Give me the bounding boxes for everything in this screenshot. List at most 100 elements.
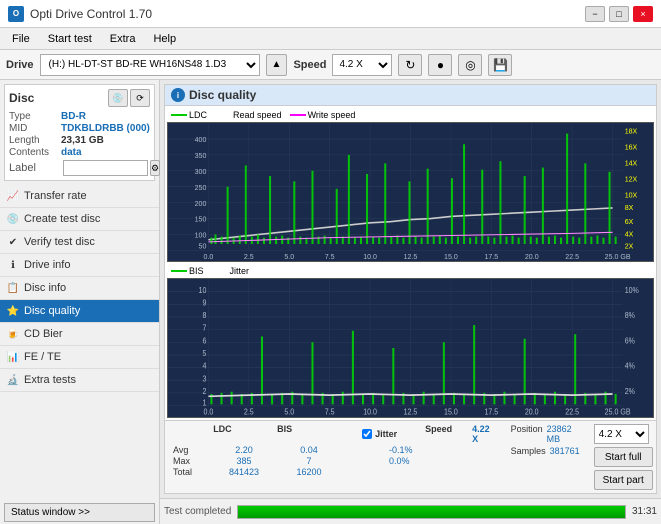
legend-ldc: LDC <box>171 110 207 120</box>
avg-label: Avg <box>173 445 199 455</box>
speed-select-control[interactable]: 4.2 X <box>594 424 649 444</box>
refresh-button[interactable]: ↻ <box>398 54 422 76</box>
close-button[interactable]: × <box>633 6 653 22</box>
drive-info-icon: ℹ <box>6 258 20 272</box>
eject-button[interactable]: ▲ <box>266 54 288 76</box>
sidebar-item-create-test-disc[interactable]: 💿 Create test disc <box>0 208 159 231</box>
total-ldc: 841423 <box>219 467 269 477</box>
svg-text:25.0 GB: 25.0 GB <box>605 252 631 261</box>
disc-type-row: Type BD-R <box>9 111 150 122</box>
svg-text:4%: 4% <box>625 361 635 371</box>
disc-button[interactable]: ◎ <box>458 54 482 76</box>
sidebar-item-fe-te[interactable]: 📊 FE / TE <box>0 346 159 369</box>
record-button[interactable]: ● <box>428 54 452 76</box>
menu-bar: File Start test Extra Help <box>0 28 661 50</box>
svg-text:15.0: 15.0 <box>444 252 458 261</box>
svg-text:25.0 GB: 25.0 GB <box>605 407 631 417</box>
toolbar: Drive (H:) HL-DT-ST BD-RE WH16NS48 1.D3 … <box>0 50 661 80</box>
svg-text:10%: 10% <box>625 285 639 295</box>
legend-write-speed: Write speed <box>290 110 356 120</box>
position-label: Position <box>511 424 543 444</box>
svg-text:14X: 14X <box>625 158 638 167</box>
svg-text:10.0: 10.0 <box>363 407 377 417</box>
legend-bis: BIS <box>171 266 204 276</box>
sidebar-item-extra-tests[interactable]: 🔬 Extra tests <box>0 369 159 392</box>
disc-quality-panel: i Disc quality LDC Read speed <box>164 84 657 494</box>
svg-text:22.5: 22.5 <box>565 407 579 417</box>
start-part-button[interactable]: Start part <box>594 470 653 490</box>
svg-text:7.5: 7.5 <box>325 407 335 417</box>
status-window-button[interactable]: Status window >> <box>4 503 155 522</box>
svg-text:20.0: 20.0 <box>525 252 539 261</box>
maximize-button[interactable]: □ <box>609 6 629 22</box>
disc-label-btn[interactable]: ⚙ <box>150 160 160 176</box>
svg-text:400: 400 <box>195 135 207 144</box>
svg-text:150: 150 <box>195 215 207 224</box>
max-jitter: 0.0% <box>389 456 410 466</box>
title-bar-left: O Opti Drive Control 1.70 <box>8 6 152 22</box>
minimize-button[interactable]: − <box>585 6 605 22</box>
svg-text:100: 100 <box>195 230 207 239</box>
save-button[interactable]: 💾 <box>488 54 512 76</box>
disc-length-key: Length <box>9 135 61 146</box>
progress-bar-fill <box>238 506 625 518</box>
disc-panel-header: Disc 💿 ⟳ <box>9 89 150 107</box>
svg-text:5.0: 5.0 <box>284 252 294 261</box>
drive-select[interactable]: (H:) HL-DT-ST BD-RE WH16NS48 1.D3 <box>40 54 260 76</box>
content-area: i Disc quality LDC Read speed <box>160 80 661 524</box>
main-layout: Disc 💿 ⟳ Type BD-R MID TDKBLDRBB (000) L… <box>0 80 661 524</box>
svg-text:17.5: 17.5 <box>484 407 498 417</box>
sidebar-item-transfer-rate[interactable]: 📈 Transfer rate <box>0 185 159 208</box>
disc-length-val: 23,31 GB <box>61 135 104 146</box>
svg-text:9: 9 <box>202 298 206 308</box>
svg-text:250: 250 <box>195 183 207 192</box>
samples-label: Samples <box>511 446 546 456</box>
legend-read-speed-label: Read speed <box>233 110 282 120</box>
sidebar-item-disc-info[interactable]: 📋 Disc info <box>0 277 159 300</box>
svg-text:8%: 8% <box>625 311 635 321</box>
app-icon: O <box>8 6 24 22</box>
legend-write-speed-label: Write speed <box>308 110 356 120</box>
menu-extra[interactable]: Extra <box>102 31 144 47</box>
svg-text:3: 3 <box>202 374 206 384</box>
cd-bier-icon: 🍺 <box>6 327 20 341</box>
disc-icon-btn-1[interactable]: 💿 <box>108 89 128 107</box>
charts-area: LDC Read speed Write speed <box>165 106 656 420</box>
svg-text:22.5: 22.5 <box>565 252 579 261</box>
samples-val: 381761 <box>550 446 580 456</box>
stats-speed-header: Speed <box>425 424 452 444</box>
sidebar-item-label: Verify test disc <box>24 236 95 248</box>
progress-bar <box>237 505 626 519</box>
sidebar-item-label: CD Bier <box>24 328 63 340</box>
disc-contents-row: Contents data <box>9 147 150 158</box>
sidebar-item-disc-quality[interactable]: ⭐ Disc quality <box>0 300 159 323</box>
drive-label: Drive <box>6 59 34 71</box>
samples-row: Samples 381761 <box>511 446 580 456</box>
status-window-label: Status window >> <box>11 507 90 518</box>
svg-text:17.5: 17.5 <box>484 252 498 261</box>
menu-start-test[interactable]: Start test <box>40 31 100 47</box>
jitter-checkbox[interactable] <box>362 429 372 439</box>
sidebar-item-drive-info[interactable]: ℹ Drive info <box>0 254 159 277</box>
right-controls: 4.2 X Start full Start part <box>594 424 653 490</box>
disc-label-row: Label ⚙ <box>9 160 150 176</box>
speed-select[interactable]: 4.2 X <box>332 54 392 76</box>
app-title: Opti Drive Control 1.70 <box>30 7 152 21</box>
title-bar-controls[interactable]: − □ × <box>585 6 653 22</box>
jitter-color <box>212 270 228 272</box>
sidebar-item-verify-test-disc[interactable]: ✔ Verify test disc <box>0 231 159 254</box>
sidebar-item-cd-bier[interactable]: 🍺 CD Bier <box>0 323 159 346</box>
disc-label-key: Label <box>9 162 61 174</box>
stats-total-row: Total 841423 16200 <box>169 467 497 477</box>
menu-file[interactable]: File <box>4 31 38 47</box>
write-speed-color <box>290 114 306 116</box>
ldc-color <box>171 114 187 116</box>
top-chart: 400 350 300 250 200 150 100 50 <box>167 122 654 262</box>
disc-icon-btn-2[interactable]: ⟳ <box>130 89 150 107</box>
create-test-disc-icon: 💿 <box>6 212 20 226</box>
disc-label-input[interactable] <box>63 160 148 176</box>
menu-help[interactable]: Help <box>145 31 184 47</box>
svg-text:2X: 2X <box>625 241 634 250</box>
start-full-button[interactable]: Start full <box>594 447 653 467</box>
title-bar: O Opti Drive Control 1.70 − □ × <box>0 0 661 28</box>
